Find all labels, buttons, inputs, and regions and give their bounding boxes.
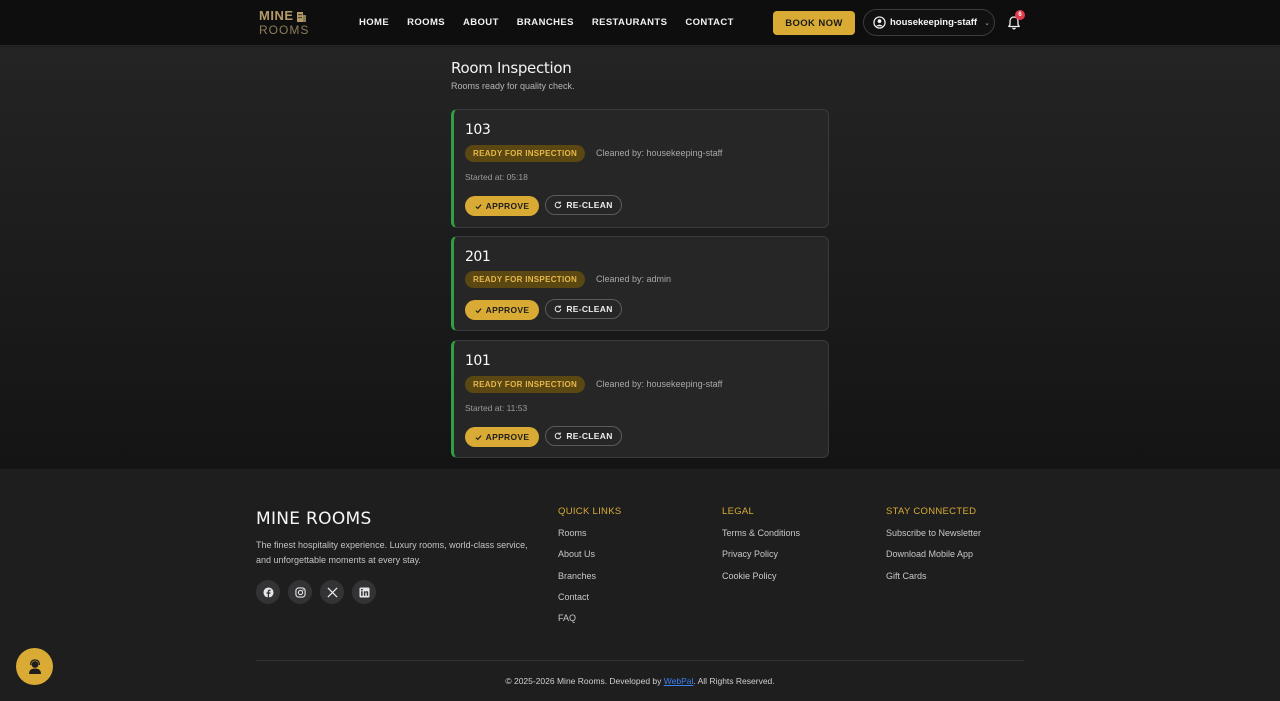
room-card-201: 201 READY FOR INSPECTION Cleaned by: adm…: [451, 236, 829, 331]
user-name: housekeeping-staff: [890, 17, 978, 28]
footer-link-faq[interactable]: FAQ: [558, 613, 621, 634]
footer-link-mobile-app[interactable]: Download Mobile App: [886, 549, 981, 570]
nav-contact[interactable]: CONTACT: [685, 17, 734, 28]
user-avatar-icon: [873, 16, 886, 29]
quick-links-title: QUICK LINKS: [558, 506, 622, 517]
notification-badge: 6: [1015, 10, 1025, 20]
nav-about[interactable]: ABOUT: [463, 17, 499, 28]
footer-quick-links: QUICK LINKS Rooms About Us Branches Cont…: [558, 506, 621, 634]
brand-line2: ROOMS: [259, 23, 310, 37]
reclean-label: RE-CLEAN: [566, 200, 613, 210]
footer-stay-connected: STAY CONNECTED Subscribe to Newsletter D…: [886, 506, 981, 592]
room-number: 103: [465, 122, 491, 138]
reclean-button[interactable]: RE-CLEAN: [545, 426, 622, 446]
approve-button[interactable]: APPROVE: [465, 196, 539, 216]
site-footer: MINE ROOMS The finest hospitality experi…: [0, 469, 1280, 701]
started-at-text: Started at: 05:18: [465, 172, 528, 182]
footer-link-terms[interactable]: Terms & Conditions: [722, 528, 800, 549]
cleaned-by-text: Cleaned by: admin: [596, 274, 672, 284]
room-card-101: 101 READY FOR INSPECTION Cleaned by: hou…: [451, 340, 829, 458]
support-chat-button[interactable]: [16, 648, 53, 685]
brand-line1: MINE: [259, 8, 294, 23]
x-icon[interactable]: [320, 580, 344, 604]
nav-home[interactable]: HOME: [359, 17, 389, 28]
footer-brand: MINE ROOMS: [256, 509, 372, 529]
linkedin-icon[interactable]: [352, 580, 376, 604]
footer-link-privacy[interactable]: Privacy Policy: [722, 549, 800, 570]
reclean-button[interactable]: RE-CLEAN: [545, 195, 622, 215]
brand-logo[interactable]: MINE ROOMS: [259, 9, 315, 39]
reclean-label: RE-CLEAN: [566, 431, 613, 441]
refresh-icon: [555, 305, 562, 313]
approve-label: APPROVE: [485, 432, 530, 442]
main-nav: HOME ROOMS ABOUT BRANCHES RESTAURANTS CO…: [359, 17, 752, 28]
top-navbar: MINE ROOMS HOME ROOMS ABOUT BRANCHES RES…: [0, 0, 1280, 46]
check-icon: [475, 203, 482, 209]
cleaned-by-text: Cleaned by: housekeeping-staff: [596, 148, 723, 158]
status-badge: READY FOR INSPECTION: [465, 271, 586, 288]
stay-connected-title: STAY CONNECTED: [886, 506, 977, 517]
support-agent-icon: [28, 658, 41, 674]
book-now-button[interactable]: BOOK NOW: [773, 11, 855, 35]
social-links: [256, 580, 376, 604]
footer-link-branches[interactable]: Branches: [558, 571, 621, 592]
footer-divider: [256, 660, 1024, 661]
refresh-icon: [555, 432, 562, 440]
nav-branches[interactable]: BRANCHES: [517, 17, 574, 28]
nav-restaurants[interactable]: RESTAURANTS: [592, 17, 667, 28]
footer-link-cookie[interactable]: Cookie Policy: [722, 571, 800, 592]
room-number: 201: [465, 249, 491, 265]
cleaned-by-text: Cleaned by: housekeeping-staff: [596, 379, 723, 389]
status-badge: READY FOR INSPECTION: [465, 145, 586, 162]
footer-link-newsletter[interactable]: Subscribe to Newsletter: [886, 528, 981, 549]
check-icon: [475, 307, 482, 313]
room-card-103: 103 READY FOR INSPECTION Cleaned by: hou…: [451, 109, 829, 228]
status-badge: READY FOR INSPECTION: [465, 376, 586, 393]
refresh-icon: [555, 201, 562, 209]
footer-link-contact[interactable]: Contact: [558, 592, 621, 613]
footer-description: The finest hospitality experience. Luxur…: [256, 540, 528, 565]
user-menu-button[interactable]: housekeeping-staff ⌄: [863, 9, 995, 36]
building-icon: [296, 11, 306, 22]
started-at-text: Started at: 11:53: [465, 403, 528, 413]
legal-title: LEGAL: [722, 506, 755, 517]
copyright-text: © 2025-2026 Mine Rooms. Developed by Web…: [505, 676, 775, 686]
page-title: Room Inspection: [451, 59, 572, 77]
room-number: 101: [465, 353, 491, 369]
reclean-label: RE-CLEAN: [566, 304, 613, 314]
approve-label: APPROVE: [485, 201, 530, 211]
chevron-down-icon: ⌄: [984, 19, 990, 27]
developer-link[interactable]: WebPal: [664, 676, 694, 686]
footer-link-rooms[interactable]: Rooms: [558, 528, 621, 549]
approve-label: APPROVE: [485, 305, 530, 315]
facebook-icon[interactable]: [256, 580, 280, 604]
footer-link-about[interactable]: About Us: [558, 549, 621, 570]
instagram-icon[interactable]: [288, 580, 312, 604]
nav-rooms[interactable]: ROOMS: [407, 17, 445, 28]
check-icon: [475, 434, 482, 440]
approve-button[interactable]: APPROVE: [465, 427, 539, 447]
footer-legal: LEGAL Terms & Conditions Privacy Policy …: [722, 506, 800, 592]
approve-button[interactable]: APPROVE: [465, 300, 539, 320]
page-subtitle: Rooms ready for quality check.: [451, 81, 575, 91]
footer-link-gift-cards[interactable]: Gift Cards: [886, 571, 981, 592]
reclean-button[interactable]: RE-CLEAN: [545, 299, 622, 319]
